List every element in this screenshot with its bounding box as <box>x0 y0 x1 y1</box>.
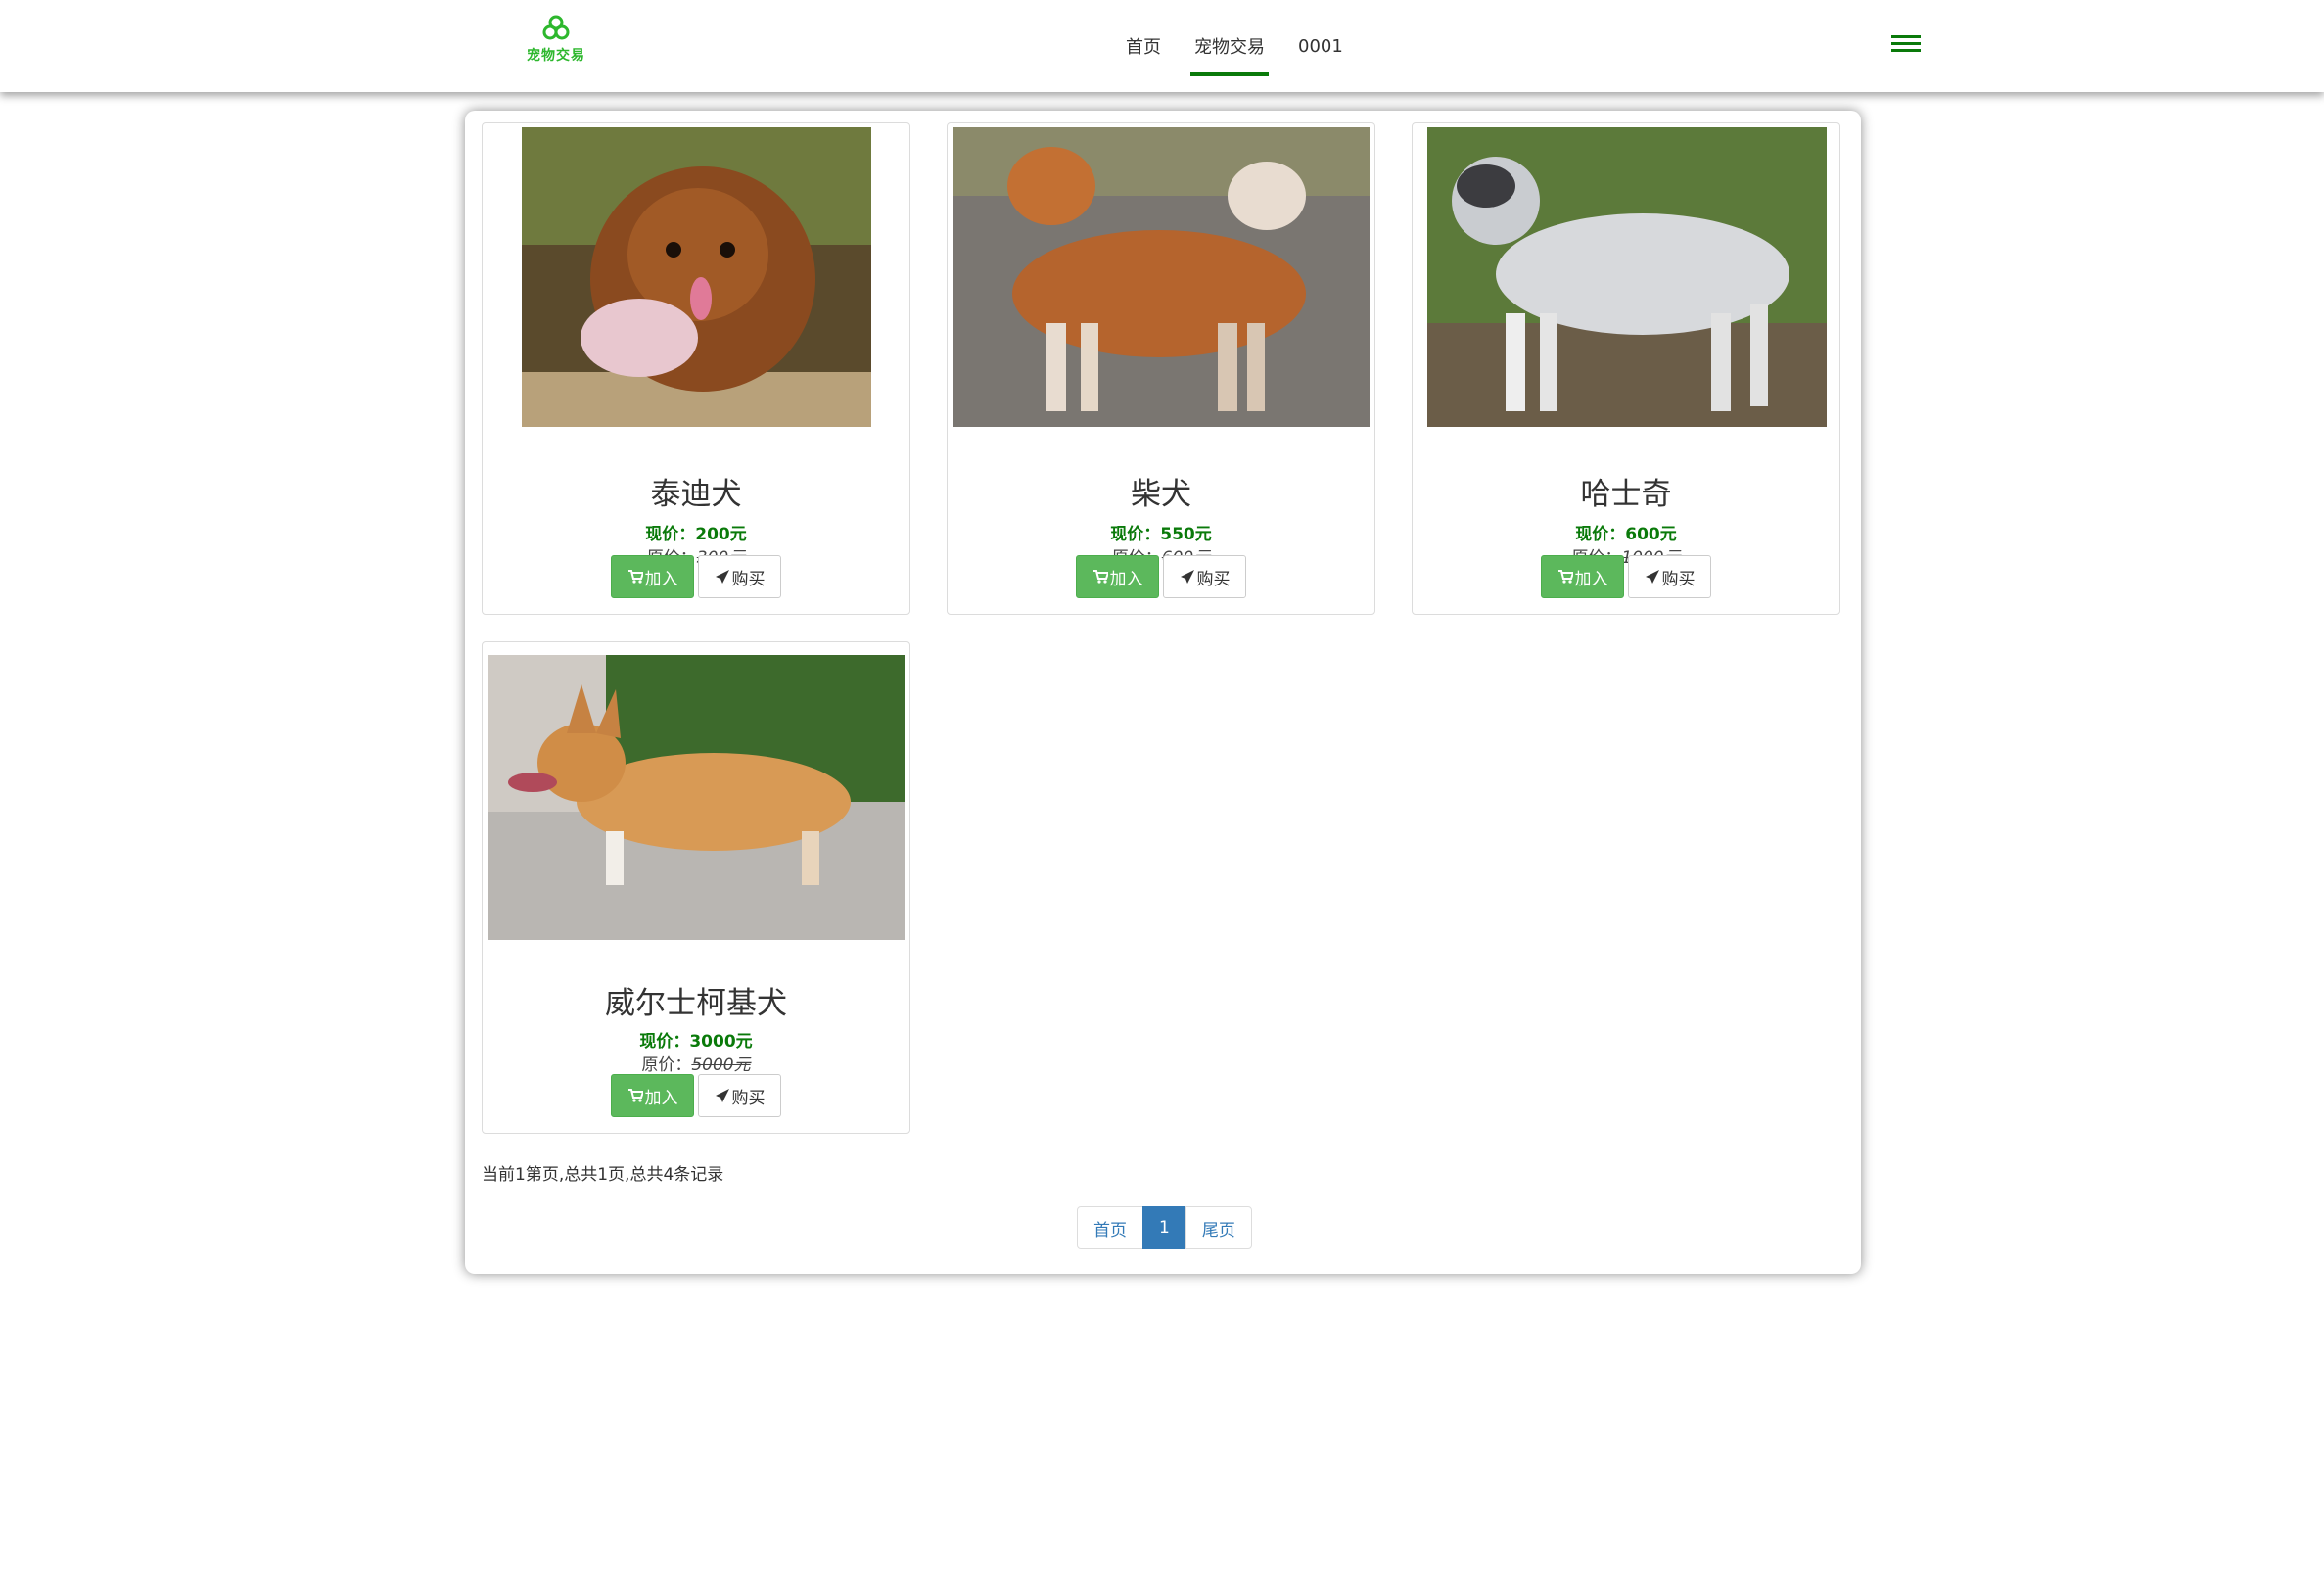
product-name[interactable]: 哈士奇 <box>1413 469 1839 513</box>
hamburger-menu-icon[interactable] <box>1891 35 1921 55</box>
product-panel: 泰迪犬 现价：200元 原价：300元 加入 购买 <box>465 111 1861 1274</box>
product-actions: 加入 购买 <box>948 555 1374 598</box>
buy-label: 购买 <box>731 569 766 589</box>
product-actions: 加入 购买 <box>1413 555 1839 598</box>
nav-item-home[interactable]: 首页 <box>1118 0 1169 92</box>
buy-button[interactable]: 购买 <box>698 555 781 598</box>
product-current-price: 现价：600元 <box>1575 525 1677 544</box>
product-image-teddy[interactable] <box>522 127 871 427</box>
product-name[interactable]: 泰迪犬 <box>483 469 909 513</box>
add-to-cart-button[interactable]: 加入 <box>1076 555 1159 598</box>
cart-icon <box>627 570 643 584</box>
buy-button[interactable]: 购买 <box>1163 555 1246 598</box>
pagination-current-page[interactable]: 1 <box>1142 1206 1186 1249</box>
product-original-price: 原价：5000元 <box>483 1051 909 1075</box>
pagination-summary: 当前1第页,总共1页,总共4条记录 <box>482 1165 724 1185</box>
add-to-cart-button[interactable]: 加入 <box>611 1074 694 1117</box>
add-to-cart-label: 加入 <box>1109 569 1143 589</box>
product-image-husky[interactable] <box>1427 127 1827 427</box>
product-current-price: 现价：3000元 <box>639 1032 753 1052</box>
product-current-price: 现价：550元 <box>1110 525 1212 544</box>
buy-label: 购买 <box>731 1088 766 1108</box>
main-nav: 首页 宠物交易 0001 <box>1118 0 1369 92</box>
send-icon <box>1180 570 1194 584</box>
nav-item-pet-trade[interactable]: 宠物交易 <box>1186 0 1273 92</box>
product-name[interactable]: 威尔士柯基犬 <box>483 978 909 1022</box>
product-card: 威尔士柯基犬 现价：3000元 原价：5000元 加入 购买 <box>482 641 910 1134</box>
product-image-shiba[interactable] <box>953 127 1370 427</box>
cart-icon <box>1092 570 1108 584</box>
product-card: 泰迪犬 现价：200元 原价：300元 加入 购买 <box>482 122 910 615</box>
top-navbar: 宠物交易 首页 宠物交易 0001 <box>0 0 2324 92</box>
product-current-price: 现价：200元 <box>645 525 747 544</box>
buy-label: 购买 <box>1196 569 1231 589</box>
product-actions: 加入 购买 <box>483 555 909 598</box>
product-actions: 加入 购买 <box>483 1074 909 1117</box>
add-to-cart-button[interactable]: 加入 <box>1541 555 1624 598</box>
brand-logo-text: 宠物交易 <box>527 48 585 64</box>
nav-item-user[interactable]: 0001 <box>1290 0 1351 92</box>
pagination-first-link[interactable]: 首页 <box>1077 1206 1143 1249</box>
pet-trade-logo-icon <box>542 15 570 40</box>
add-to-cart-label: 加入 <box>644 569 678 589</box>
buy-label: 购买 <box>1661 569 1696 589</box>
product-card: 哈士奇 现价：600元 原价：1000元 加入 购买 <box>1412 122 1840 615</box>
add-to-cart-label: 加入 <box>644 1088 678 1108</box>
product-image-corgi[interactable] <box>488 655 905 940</box>
product-name[interactable]: 柴犬 <box>948 469 1374 513</box>
send-icon <box>715 570 729 584</box>
original-price-label: 原价： <box>641 1055 692 1075</box>
send-icon <box>715 1089 729 1102</box>
cart-icon <box>1557 570 1573 584</box>
cart-icon <box>627 1089 643 1102</box>
original-price-value: 5000元 <box>691 1055 751 1075</box>
buy-button[interactable]: 购买 <box>1628 555 1711 598</box>
pagination: 首页 1 尾页 <box>1077 1206 1252 1249</box>
add-to-cart-label: 加入 <box>1574 569 1608 589</box>
add-to-cart-button[interactable]: 加入 <box>611 555 694 598</box>
send-icon <box>1645 570 1659 584</box>
product-card: 柴犬 现价：550元 原价：600元 加入 购买 <box>947 122 1375 615</box>
pagination-last-link[interactable]: 尾页 <box>1185 1206 1252 1249</box>
brand-logo[interactable]: 宠物交易 <box>517 14 595 72</box>
buy-button[interactable]: 购买 <box>698 1074 781 1117</box>
